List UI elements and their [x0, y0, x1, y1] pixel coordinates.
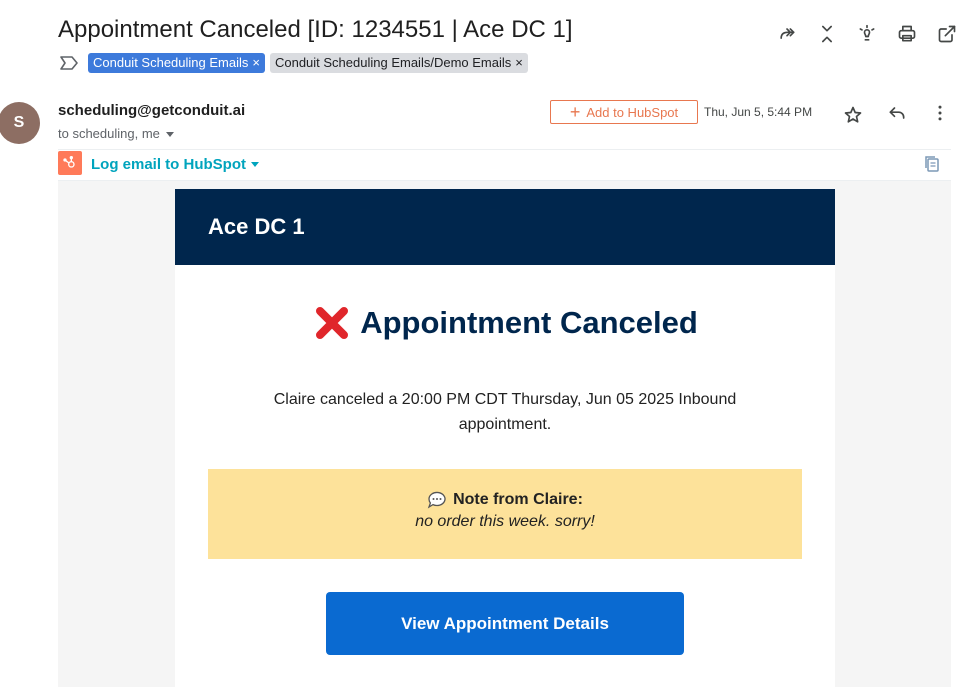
heading-text: Appointment Canceled [360, 305, 698, 340]
label-importance-icon[interactable] [60, 56, 78, 70]
add-to-hubspot-button[interactable]: + Add to HubSpot [550, 100, 698, 124]
lightbulb-icon[interactable] [847, 22, 887, 46]
star-icon[interactable] [841, 103, 865, 127]
email-card: Ace DC 1 Appointment Canceled Claire can… [175, 189, 835, 687]
chevron-down-icon [165, 132, 174, 137]
view-appointment-details-button[interactable]: View Appointment Details [326, 592, 684, 655]
note-title: Note from Claire: [208, 491, 802, 509]
remove-label-icon[interactable]: × [515, 53, 523, 73]
avatar[interactable]: S [0, 102, 40, 144]
email-toolbar [767, 22, 967, 46]
reply-icon[interactable] [885, 101, 909, 125]
collapse-icon[interactable] [807, 22, 847, 46]
add-to-hubspot-label: Add to HubSpot [586, 104, 679, 120]
hubspot-logo-icon [58, 151, 82, 175]
plus-icon: + [569, 102, 581, 122]
email-subject: Appointment Canceled [ID: 1234551 | Ace … [58, 16, 573, 43]
log-email-to-hubspot-dropdown[interactable]: Log email to HubSpot [91, 156, 259, 173]
more-vert-icon[interactable] [928, 101, 952, 125]
label-text: Conduit Scheduling Emails/Demo Emails [274, 55, 512, 70]
recipients-toggle[interactable]: to scheduling, me [58, 126, 174, 141]
reply-all-arrow-icon[interactable] [767, 22, 807, 46]
label-chip[interactable]: Conduit Scheduling Emails × [88, 53, 265, 73]
sender-email[interactable]: scheduling@getconduit.ai [58, 102, 245, 119]
label-chip[interactable]: Conduit Scheduling Emails/Demo Emails × [269, 53, 528, 73]
chevron-down-icon [251, 162, 259, 167]
remove-label-icon[interactable]: × [252, 53, 260, 73]
note-box: Note from Claire: no order this week. so… [208, 469, 802, 559]
speech-bubble-icon [427, 491, 446, 509]
open-in-new-window-icon[interactable] [927, 22, 967, 46]
appointment-heading: Appointment Canceled [175, 303, 835, 343]
note-title-text: Note from Claire: [453, 491, 583, 508]
email-date: Thu, Jun 5, 5:44 PM [704, 105, 813, 119]
cross-mark-icon [316, 307, 349, 339]
email-banner: Ace DC 1 [175, 189, 835, 265]
copy-icon[interactable] [924, 155, 940, 173]
label-text: Conduit Scheduling Emails [93, 55, 249, 70]
label-list: Conduit Scheduling Emails × Conduit Sche… [88, 53, 528, 73]
cancellation-message: Claire canceled a 20:00 PM CDT Thursday,… [273, 391, 737, 433]
banner-title: Ace DC 1 [208, 214, 305, 239]
note-body: no order this week. sorry! [415, 513, 595, 530]
print-icon[interactable] [887, 22, 927, 46]
log-email-label: Log email to HubSpot [91, 156, 246, 173]
recipients-text: to scheduling, me [58, 126, 160, 141]
